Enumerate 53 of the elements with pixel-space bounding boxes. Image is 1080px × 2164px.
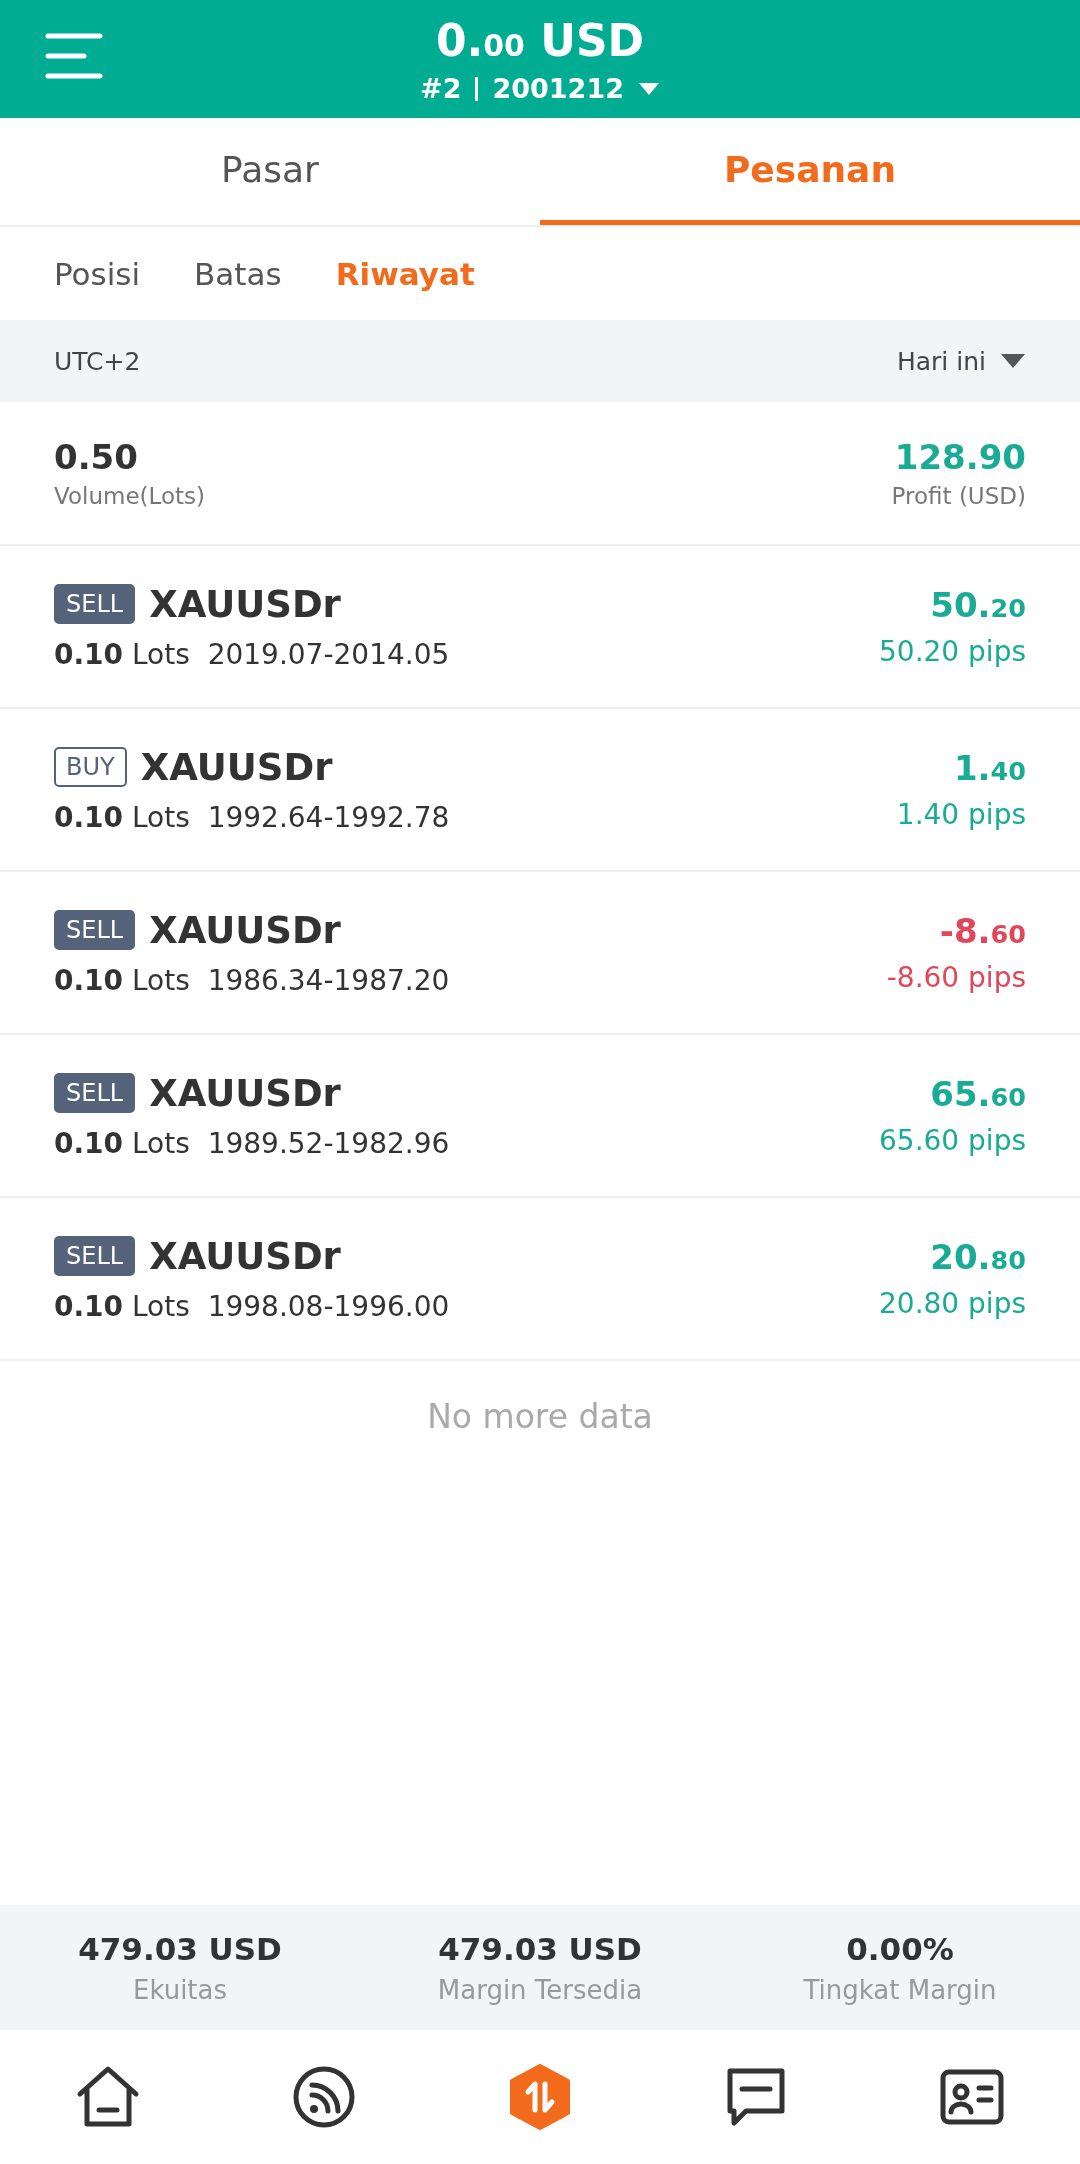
profit-amount: 50.20 <box>930 585 1026 625</box>
profit-amount: 65.60 <box>930 1074 1026 1114</box>
side-badge: SELL <box>54 910 136 950</box>
pips-value: 50.20 pips <box>879 635 1026 668</box>
trade-details: 0.10 Lots 2019.07-2014.05 <box>54 637 450 671</box>
symbol: XAUUSDr <box>149 908 341 952</box>
trade-row[interactable]: SELL XAUUSDr 0.10 Lots 2019.07-2014.05 50.20 50.20 pips <box>0 546 1080 709</box>
profit-amount: 1.40 <box>953 748 1026 788</box>
timezone-label: UTC+2 <box>54 346 141 376</box>
rss-icon <box>292 2065 356 2129</box>
stat-value: 479.03 USD <box>78 1930 282 1967</box>
symbol: XAUUSDr <box>149 1234 341 1278</box>
side-badge: SELL <box>54 1236 136 1276</box>
side-badge: SELL <box>54 1073 136 1113</box>
trade-details: 0.10 Lots 1986.34-1987.20 <box>54 963 450 997</box>
dropdown-icon <box>1000 353 1026 369</box>
stat-label: Ekuitas <box>132 1974 228 2005</box>
trade-details: 0.10 Lots 1992.64-1992.78 <box>54 800 450 834</box>
stat-label: Margin Tersedia <box>437 1974 643 2005</box>
trade-row[interactable]: BUY XAUUSDr 0.10 Lots 1992.64-1992.78 1.40 1.40 pips <box>0 709 1080 872</box>
pips-value: 65.60 pips <box>879 1124 1026 1157</box>
profit-total: 128.90 <box>894 437 1026 477</box>
symbol: XAUUSDr <box>149 582 341 626</box>
profit-amount: 20.80 <box>930 1237 1026 1277</box>
trade-row[interactable]: SELL XAUUSDr 0.10 Lots 1989.52-1982.96 65.60 65.60 pips <box>0 1035 1080 1198</box>
end-of-list-text: No more data <box>427 1397 653 1436</box>
sub-tab[interactable]: Posisi <box>54 255 141 292</box>
symbol: XAUUSDr <box>140 745 333 789</box>
pips-value: 1.40 pips <box>896 798 1026 831</box>
trade-row[interactable]: SELL XAUUSDr 0.10 Lots 1986.34-1987.20 -8.60 -8.60 pips <box>0 872 1080 1035</box>
symbol: XAUUSDr <box>149 1071 341 1115</box>
id-card-icon <box>939 2068 1005 2126</box>
caret-icon <box>637 81 660 96</box>
trade-details: 0.10 Lots 1998.08-1996.00 <box>54 1289 450 1323</box>
tab[interactable]: Pasar <box>0 118 540 225</box>
side-badge: SELL <box>54 584 136 624</box>
side-badge: BUY <box>54 747 127 787</box>
home-icon <box>75 2064 141 2130</box>
stat-label: Tingkat Margin <box>803 1974 997 2005</box>
profit-label: Profit (USD) <box>891 483 1026 509</box>
period-dropdown[interactable]: Hari ini <box>896 346 1026 376</box>
pips-value: 20.80 pips <box>879 1287 1026 1320</box>
volume-label: Volume(Lots) <box>54 483 205 509</box>
profit-amount: -8.60 <box>939 911 1026 951</box>
sub-tab[interactable]: Batas <box>194 255 282 292</box>
swap-icon <box>508 2064 572 2130</box>
stat-value: 0.00% <box>846 1930 954 1967</box>
volume-value: 0.50 <box>54 437 138 477</box>
pips-value: -8.60 pips <box>886 961 1026 994</box>
trade-row[interactable]: SELL XAUUSDr 0.10 Lots 1998.08-1996.00 20.80 20.80 pips <box>0 1198 1080 1361</box>
trade-details: 0.10 Lots 1989.52-1982.96 <box>54 1126 450 1160</box>
account-balance: 0.00 USD <box>435 14 645 68</box>
stat-value: 479.03 USD <box>438 1930 642 1967</box>
